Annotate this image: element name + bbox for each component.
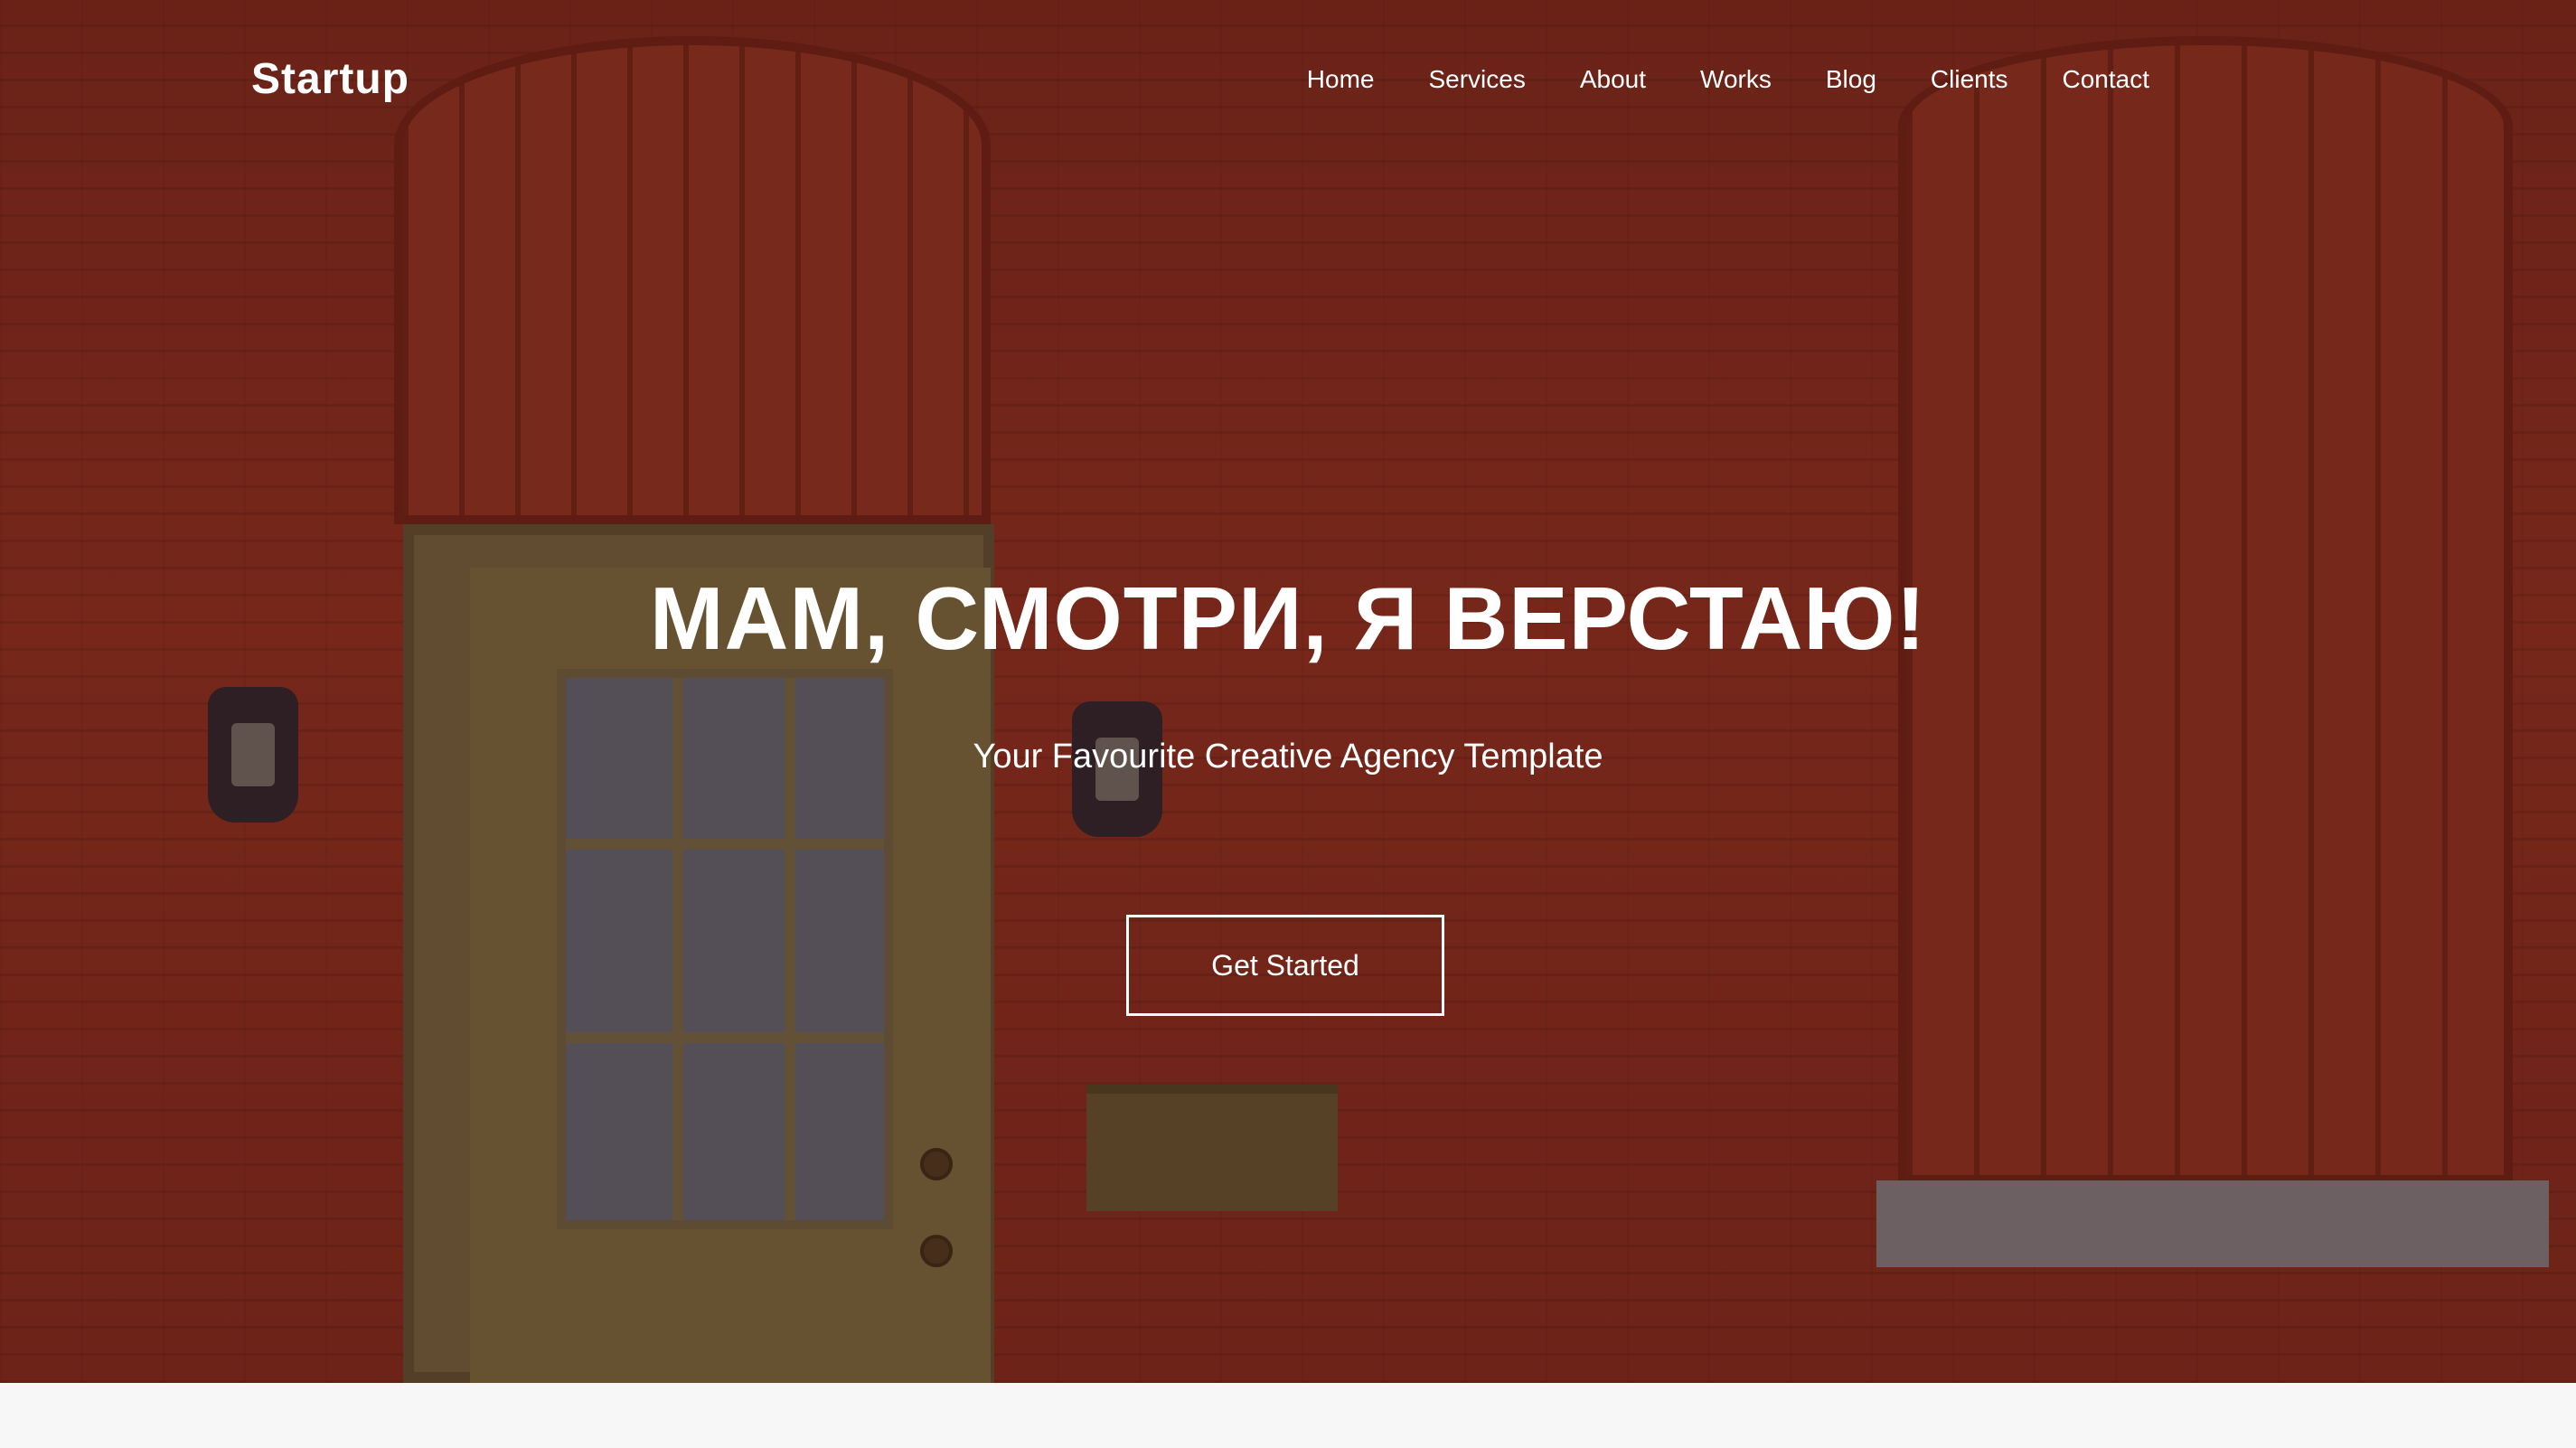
nav-clients[interactable]: Clients — [1931, 65, 2008, 94]
nav-contact[interactable]: Contact — [2063, 65, 2150, 94]
main-nav: Home Services About Works Blog Clients C… — [1307, 65, 2149, 94]
nav-about[interactable]: About — [1580, 65, 1646, 94]
hero-subtitle: Your Favourite Creative Agency Template — [973, 738, 1603, 776]
hero-title: МАМ, СМОТРИ, Я ВЕРСТАЮ! — [649, 569, 1927, 668]
nav-services[interactable]: Services — [1428, 65, 1525, 94]
nav-blog[interactable]: Blog — [1826, 65, 1876, 94]
nav-works[interactable]: Works — [1700, 65, 1772, 94]
hero-section: Startup Home Services About Works Blog C… — [0, 0, 2576, 1383]
logo[interactable]: Startup — [251, 54, 409, 104]
get-started-button[interactable]: Get Started — [1126, 915, 1444, 1016]
hero-overlay — [0, 0, 2576, 1383]
below-fold-section — [0, 1383, 2576, 1448]
nav-home[interactable]: Home — [1307, 65, 1375, 94]
